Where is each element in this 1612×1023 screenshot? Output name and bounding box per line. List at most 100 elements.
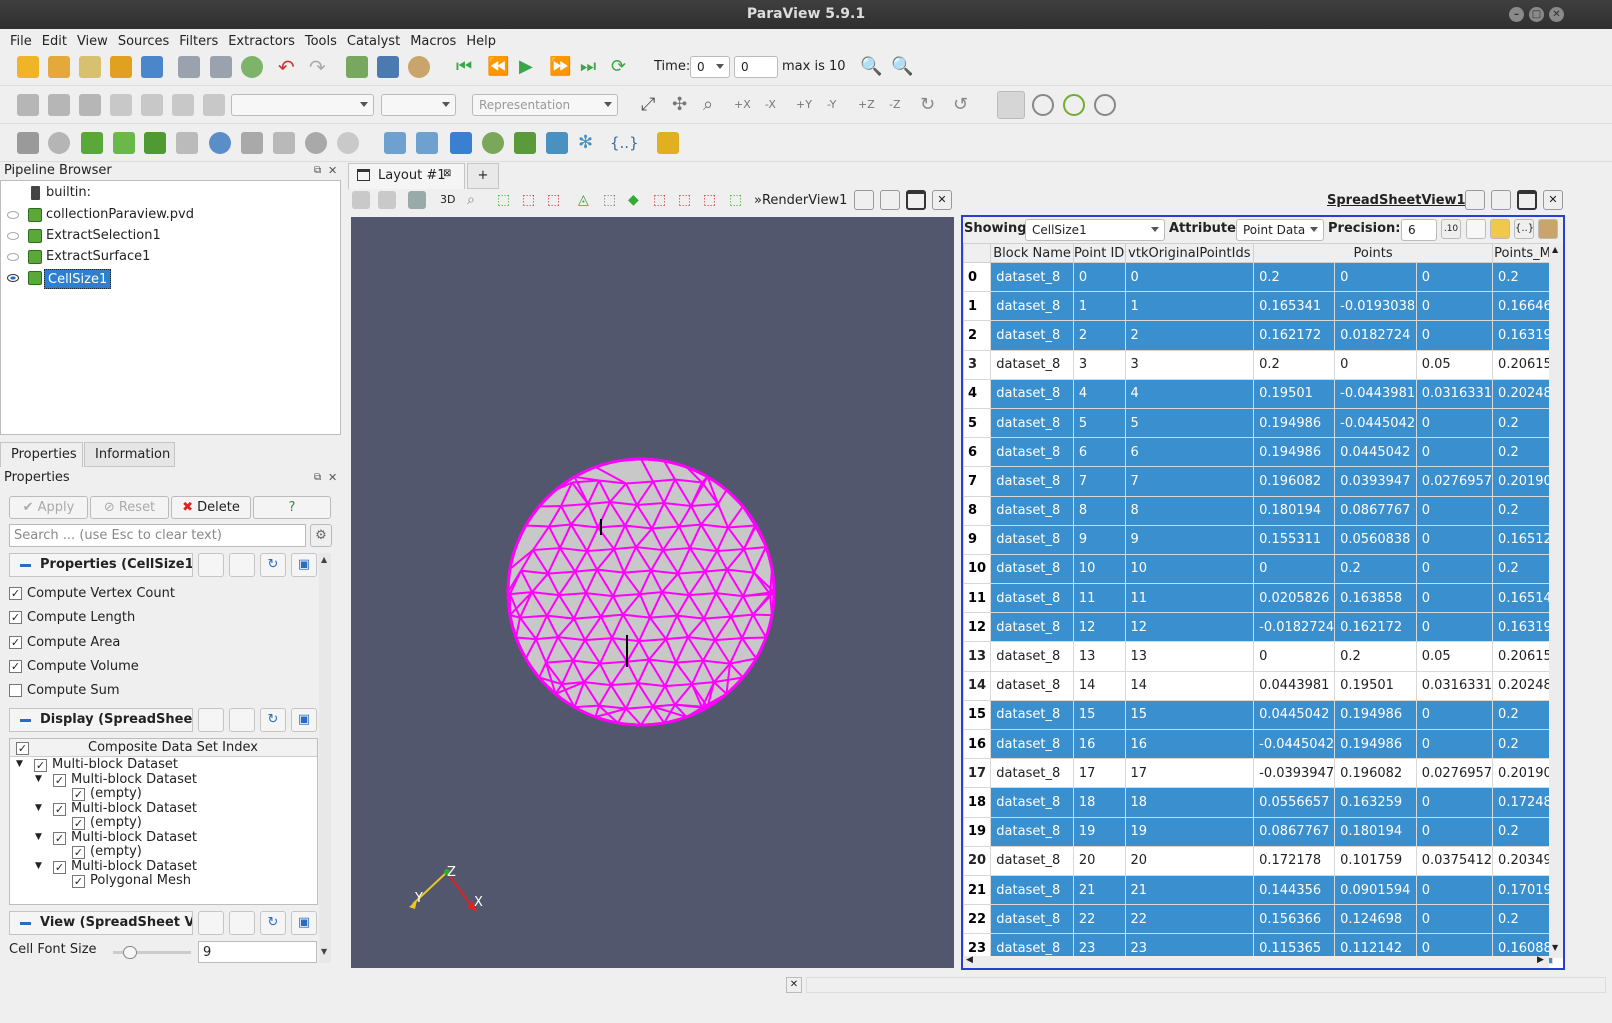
font-size-slider[interactable] (113, 946, 191, 959)
ss-split-horizontal-icon[interactable] (1465, 190, 1485, 210)
copy-properties-icon[interactable] (198, 553, 224, 577)
menu-file[interactable]: File (6, 34, 38, 49)
tree-checkbox[interactable]: ✓ (72, 817, 85, 830)
tree-expand-icon[interactable]: ▼ (35, 832, 42, 842)
pipeline-item-builtin[interactable]: builtin: (46, 183, 91, 203)
tree-node[interactable]: Multi-block Dataset (71, 772, 197, 787)
table-cell[interactable]: -0.0443981 (1334, 378, 1417, 409)
table-row[interactable]: 4 dataset_8 4 4 0.19501 -0.0443981 0.0316331 0.… (963, 378, 1553, 409)
table-cell[interactable]: 0 (1415, 874, 1494, 906)
apply-button[interactable]: ✔ Apply (9, 496, 88, 519)
tree-node[interactable]: Multi-block Dataset (52, 757, 178, 772)
table-cell[interactable]: 0.196082 (1253, 466, 1336, 497)
column-header[interactable]: vtkOriginalPointIds (1124, 243, 1255, 263)
zoom-to-data-icon[interactable]: 🔍 (860, 56, 882, 78)
save-defaults-icon[interactable]: ▣ (291, 553, 317, 577)
table-cell[interactable]: dataset_8 (990, 320, 1074, 351)
table-cell[interactable]: 13 (1072, 641, 1126, 672)
clear-selection-icon[interactable]: ⬚ (729, 191, 747, 209)
row-number[interactable]: 5 (963, 407, 992, 439)
tree-expand-icon[interactable]: ▼ (35, 861, 42, 871)
menu-catalyst[interactable]: Catalyst (343, 34, 406, 49)
table-cell[interactable]: 22 (1072, 904, 1126, 935)
menu-edit[interactable]: Edit (38, 34, 73, 49)
table-cell[interactable]: 0 (1415, 816, 1494, 847)
table-cell[interactable]: 18 (1072, 787, 1126, 818)
maximize-view-icon[interactable] (906, 190, 926, 210)
table-cell[interactable]: dataset_8 (990, 787, 1074, 818)
row-number[interactable]: 4 (963, 378, 992, 409)
table-cell[interactable]: 14 (1072, 670, 1126, 701)
visibility-eye-icon[interactable] (7, 232, 19, 240)
select-frustum-icon[interactable]: ⬚ (547, 191, 565, 209)
ss-scroll-up-icon[interactable]: ▲ (1552, 245, 1558, 254)
camera-undo-icon[interactable] (346, 56, 368, 78)
table-row[interactable]: 11 dataset_8 11 11 0.0205826 0.163858 0 0.16514 (963, 583, 1553, 614)
table-cell[interactable]: 0.2 (1492, 553, 1553, 585)
table-cell[interactable]: -0.0193038 (1334, 291, 1417, 322)
table-cell[interactable]: 2 (1124, 320, 1255, 351)
table-cell[interactable]: 0.163259 (1334, 787, 1417, 818)
histogram-icon[interactable] (450, 132, 472, 154)
table-cell[interactable]: 0.2 (1492, 816, 1553, 847)
tab-properties[interactable]: Properties (0, 442, 83, 467)
color-array-combo[interactable] (231, 94, 374, 116)
table-cell[interactable]: 0 (1072, 261, 1126, 293)
table-cell[interactable]: 0 (1334, 261, 1417, 293)
reload-display-icon[interactable]: ↻ (260, 708, 286, 732)
tree-checkbox[interactable]: ✓ (72, 875, 85, 888)
cell-font-size-input[interactable]: 9 (198, 941, 317, 963)
table-cell[interactable]: 0.0867767 (1253, 816, 1336, 847)
table-cell[interactable]: 0 (1415, 261, 1494, 293)
row-number[interactable]: 1 (963, 291, 992, 322)
reload-defaults-icon[interactable]: ↻ (260, 553, 286, 577)
properties-close-icon[interactable]: ✕ (328, 471, 337, 484)
reload-view-icon[interactable]: ↻ (260, 911, 286, 935)
row-number[interactable]: 19 (963, 816, 992, 847)
table-cell[interactable]: 0.20248 (1492, 378, 1553, 409)
table-cell[interactable]: 0.19501 (1253, 378, 1336, 409)
show-selected-icon[interactable] (1466, 219, 1486, 239)
table-cell[interactable]: 0.2 (1492, 495, 1553, 526)
table-row[interactable]: 0 dataset_8 0 0 0.2 0 0 0.2 (963, 261, 1553, 293)
table-cell[interactable]: 0.2 (1253, 261, 1336, 293)
scroll-up-icon[interactable]: ▲ (321, 555, 327, 564)
table-cell[interactable]: 0.0316331 (1415, 378, 1494, 409)
rotate-cw-icon[interactable]: ↻ (920, 94, 942, 116)
visibility-eye-icon[interactable] (7, 211, 19, 219)
close-icon[interactable]: ✕ (1549, 7, 1564, 22)
table-cell[interactable]: 17 (1124, 758, 1255, 789)
tree-checkbox[interactable]: ✓ (53, 803, 66, 816)
table-cell[interactable]: 0.0375412 (1415, 845, 1494, 876)
table-cell[interactable]: 15 (1124, 699, 1255, 731)
pipeline-float-icon[interactable]: ⧉ (314, 165, 321, 176)
table-cell[interactable]: 19 (1072, 816, 1126, 847)
display-section-header[interactable]: Display (SpreadSheet (9, 708, 193, 732)
table-cell[interactable]: 0.162172 (1334, 612, 1417, 643)
tree-expand-icon[interactable]: ▼ (35, 803, 42, 813)
table-cell[interactable]: 0.2 (1492, 437, 1553, 468)
row-number[interactable]: 0 (963, 261, 992, 293)
spreadsheet-vscrollbar[interactable]: ▲ ▼ (1549, 243, 1563, 958)
table-cell[interactable]: 20 (1072, 845, 1126, 876)
table-row[interactable]: 2 dataset_8 2 2 0.162172 0.0182724 0 0.16319 (963, 320, 1553, 351)
time-value-combo[interactable]: 0 (690, 56, 730, 78)
save-state-icon[interactable] (178, 56, 200, 78)
load-state-icon[interactable] (210, 56, 232, 78)
table-cell[interactable]: 0.2 (1253, 349, 1336, 380)
interactive-zoom-icon[interactable]: ⌕ (467, 191, 485, 209)
select-polygon-icon[interactable]: ◬ (578, 191, 596, 209)
glyph-icon[interactable] (209, 132, 231, 154)
row-number[interactable]: 12 (963, 612, 992, 643)
tree-checkbox[interactable]: ✓ (72, 788, 85, 801)
table-cell[interactable]: 0.20349 (1492, 845, 1553, 876)
interactive-select-icon[interactable]: ◆ (628, 191, 646, 209)
table-row[interactable]: 19 dataset_8 19 19 0.0867767 0.180194 0 0.2 (963, 816, 1553, 847)
scroll-down-icon[interactable]: ▼ (321, 947, 327, 956)
table-cell[interactable]: 0.19501 (1334, 670, 1417, 701)
python-calculator-icon[interactable]: ✻ (578, 132, 600, 154)
table-cell[interactable]: 1 (1072, 291, 1126, 322)
clip-icon[interactable] (81, 132, 103, 154)
menu-macros[interactable]: Macros (406, 34, 462, 49)
table-row[interactable]: 16 dataset_8 16 16 -0.0445042 0.194986 0 0.2 (963, 728, 1553, 760)
